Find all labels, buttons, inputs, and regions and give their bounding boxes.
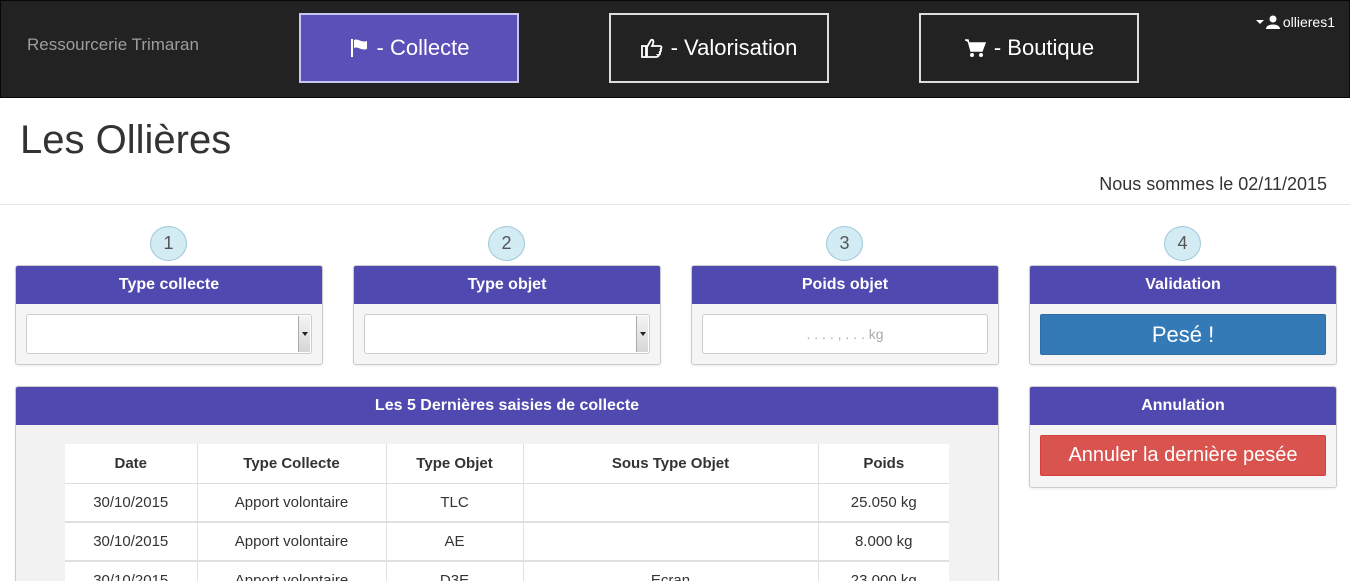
column-header: Type Collecte bbox=[197, 444, 387, 484]
type-objet-panel: Type objet bbox=[353, 265, 661, 365]
step-2-badge: 2 bbox=[488, 226, 525, 261]
table-cell bbox=[523, 483, 819, 523]
top-navbar: Ressourcerie Trimaran - Collecte - Valor… bbox=[0, 0, 1350, 98]
table-cell: D3E bbox=[386, 561, 524, 581]
thumbs-up-icon bbox=[640, 38, 662, 58]
table-cell: Ecran bbox=[523, 561, 819, 581]
table-cell: Apport volontaire bbox=[197, 561, 387, 581]
type-collecte-select[interactable] bbox=[26, 314, 312, 354]
nav-boutique-label: - Boutique bbox=[993, 35, 1095, 60]
column-header: Type Objet bbox=[386, 444, 524, 484]
user-menu[interactable]: ollieres1 bbox=[1255, 14, 1335, 30]
table-cell: 30/10/2015 bbox=[65, 483, 198, 523]
type-objet-select[interactable] bbox=[364, 314, 650, 354]
table-cell: AE bbox=[386, 522, 524, 562]
pese-button[interactable]: Pesé ! bbox=[1040, 314, 1326, 355]
annulation-panel: Annulation Annuler la dernière pesée bbox=[1029, 386, 1337, 488]
table-row: 30/10/2015 Apport volontaire AE 8.000 kg bbox=[65, 522, 949, 562]
table-cell bbox=[523, 522, 819, 562]
nav-collecte-label: - Collecte bbox=[376, 35, 470, 60]
table-cell: 23.000 kg bbox=[818, 561, 949, 581]
nav-valorisation-label: - Valorisation bbox=[670, 35, 798, 60]
username: ollieres1 bbox=[1282, 14, 1335, 30]
table-cell: Apport volontaire bbox=[197, 522, 387, 562]
page-title: Les Ollières bbox=[20, 118, 232, 162]
step-1-badge: 1 bbox=[150, 226, 187, 261]
shopping-cart-icon bbox=[964, 39, 986, 57]
recent-entries-panel: Les 5 Dernières saisies de collecte Date… bbox=[15, 386, 999, 581]
recent-entries-title: Les 5 Dernières saisies de collecte bbox=[16, 387, 998, 425]
validation-panel: Validation Pesé ! bbox=[1029, 265, 1337, 365]
annuler-derniere-pesee-button[interactable]: Annuler la dernière pesée bbox=[1040, 435, 1326, 476]
table-row: 30/10/2015 Apport volontaire TLC 25.050 … bbox=[65, 483, 949, 523]
step-3-badge: 3 bbox=[826, 226, 863, 261]
nav-valorisation-button[interactable]: - Valorisation bbox=[609, 13, 829, 83]
table-cell: Apport volontaire bbox=[197, 483, 387, 523]
recent-entries-table-wrap: Date Type Collecte Type Objet Sous Type … bbox=[65, 444, 949, 581]
nav-boutique-button[interactable]: - Boutique bbox=[919, 13, 1139, 83]
column-header: Sous Type Objet bbox=[523, 444, 819, 484]
current-date: Nous sommes le 02/11/2015 bbox=[1099, 174, 1327, 194]
table-cell: TLC bbox=[386, 483, 524, 523]
user-icon bbox=[1265, 15, 1280, 29]
validation-title: Validation bbox=[1030, 266, 1336, 304]
type-collecte-panel: Type collecte bbox=[15, 265, 323, 365]
table-cell: 8.000 kg bbox=[818, 522, 949, 562]
table-cell: 25.050 kg bbox=[818, 483, 949, 523]
step-4-badge: 4 bbox=[1164, 226, 1201, 261]
type-collecte-title: Type collecte bbox=[16, 266, 322, 304]
header-divider bbox=[0, 204, 1350, 205]
annulation-title: Annulation bbox=[1030, 387, 1336, 425]
caret-down-icon bbox=[1255, 20, 1264, 24]
brand-name[interactable]: Ressourcerie Trimaran bbox=[27, 35, 199, 55]
table-cell: 30/10/2015 bbox=[65, 561, 198, 581]
select-arrow-icon[interactable] bbox=[636, 316, 648, 352]
table-header-row: Date Type Collecte Type Objet Sous Type … bbox=[65, 444, 949, 484]
table-row: 30/10/2015 Apport volontaire D3E Ecran 2… bbox=[65, 561, 949, 581]
column-header: Poids bbox=[818, 444, 949, 484]
recent-entries-table: Date Type Collecte Type Objet Sous Type … bbox=[65, 444, 949, 581]
poids-objet-title: Poids objet bbox=[692, 266, 998, 304]
nav-collecte-button[interactable]: - Collecte bbox=[299, 13, 519, 83]
select-arrow-icon[interactable] bbox=[298, 316, 310, 352]
type-objet-title: Type objet bbox=[354, 266, 660, 304]
table-cell: 30/10/2015 bbox=[65, 522, 198, 562]
poids-objet-panel: Poids objet bbox=[691, 265, 999, 365]
column-header: Date bbox=[65, 444, 198, 484]
flag-icon bbox=[350, 39, 367, 57]
poids-input[interactable] bbox=[702, 314, 988, 354]
